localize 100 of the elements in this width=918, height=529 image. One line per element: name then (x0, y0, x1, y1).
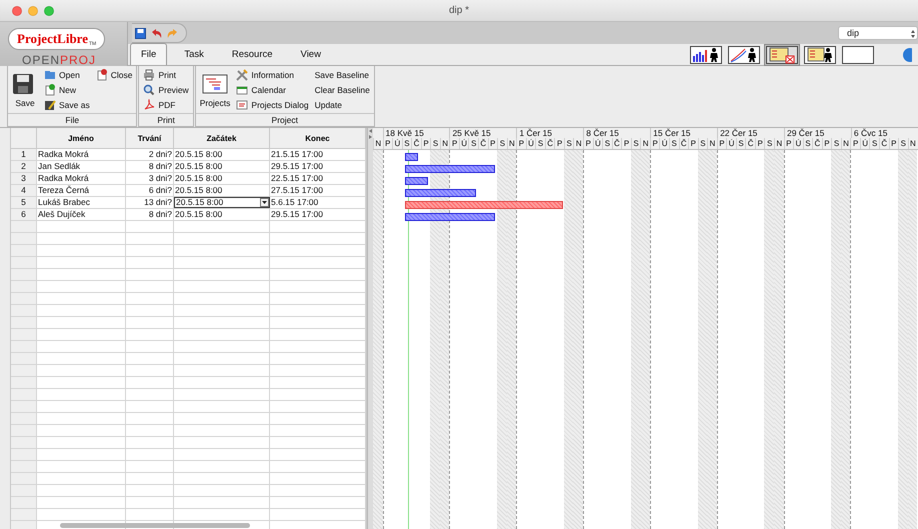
day-label: P (516, 138, 526, 149)
day-label: P (420, 138, 430, 149)
search-icon (143, 84, 156, 96)
calendar-icon (236, 84, 248, 96)
table-cell: 29.5.15 17:00 (270, 209, 366, 220)
day-label: S (736, 138, 746, 149)
ribbon-button[interactable]: New (44, 83, 90, 97)
dropdown-icon[interactable] (260, 198, 269, 207)
table-cell: 3 dni? (126, 173, 174, 184)
table-delete-icon[interactable] (764, 44, 800, 66)
table-cell: 5.6.15 17:00 (270, 197, 366, 208)
group-title: File (65, 115, 80, 125)
table-cell: 20.5.15 8:00 (174, 185, 270, 196)
table-cell: 2 dni? (126, 149, 174, 160)
table-cell: 29.5.15 17:00 (270, 161, 366, 172)
day-label: S (497, 138, 507, 149)
day-label: Ú (392, 138, 402, 149)
histogram-person-icon[interactable] (688, 44, 724, 66)
critical-task-bar[interactable] (404, 201, 563, 209)
printer-icon (143, 69, 156, 81)
ribbon-tab[interactable]: Resource (220, 43, 284, 65)
ribbon-button[interactable]: PDF (143, 98, 189, 112)
help-icon[interactable] (902, 48, 912, 62)
save-button[interactable]: Save (12, 73, 38, 108)
ribbon-button[interactable]: Preview (143, 83, 189, 97)
ribbon-button[interactable]: Projects Dialog (236, 98, 309, 112)
day-label: S (602, 138, 612, 149)
day-label: N (908, 138, 918, 149)
column-header[interactable]: Konec (270, 128, 366, 148)
ribbon-button[interactable]: Clear Baseline (314, 83, 370, 97)
task-bar[interactable] (404, 213, 495, 221)
day-label: S (630, 138, 640, 149)
table-cell: 20.5.15 8:00 (174, 209, 270, 220)
tools-icon (236, 69, 248, 81)
ribbon-button[interactable]: Close (96, 68, 132, 82)
table-row[interactable]: 2 Jan Sedlák 8 dni? 20.5.15 8:00 29.5.15 17:00 (11, 161, 366, 173)
day-label: P (650, 138, 660, 149)
column-header[interactable]: Jméno (37, 128, 126, 148)
day-label: Č (544, 138, 554, 149)
minimize-button[interactable] (28, 6, 38, 16)
table-cell: Jan Sedlák (37, 161, 126, 172)
table-person-icon[interactable] (802, 44, 838, 66)
project-selector[interactable]: dip (838, 26, 918, 40)
day-label: N (707, 138, 717, 149)
ribbon-tab[interactable]: File (130, 43, 168, 65)
ribbon-tab[interactable]: View (290, 43, 332, 65)
week-label: 15 Čer 15 (653, 128, 691, 138)
day-label: Ú (592, 138, 602, 149)
undo-icon[interactable] (151, 28, 162, 38)
ribbon-tab[interactable]: Task (173, 43, 215, 65)
open-icon (44, 69, 56, 81)
day-label: N (573, 138, 584, 149)
ribbon-button[interactable]: Open (44, 68, 90, 82)
row-number: 1 (11, 149, 37, 160)
date-field[interactable]: 20.5.15 8:00 (174, 197, 270, 208)
day-label: P (716, 138, 726, 149)
table-row[interactable]: 1 Radka Mokrá 2 dni? 20.5.15 8:00 21.5.15 17:00 (11, 149, 366, 161)
day-label: P (888, 138, 898, 149)
table-row[interactable]: 3 Radka Mokrá 3 dni? 20.5.15 8:00 22.5.15 17:00 (11, 173, 366, 185)
day-label: S (802, 138, 812, 149)
collapse-arrows-icon[interactable] (368, 128, 373, 140)
task-bar[interactable] (404, 165, 495, 173)
row-number: 4 (11, 185, 37, 196)
day-label: P (784, 138, 794, 149)
save-icon[interactable] (135, 28, 146, 38)
blank-view-button[interactable] (840, 44, 876, 66)
week-label: 1 Čer 15 (519, 128, 552, 138)
day-label: S (898, 138, 908, 149)
ribbon-button[interactable]: Calendar (236, 83, 309, 97)
table-cell: Aleš Dujíček (37, 209, 126, 220)
day-label: N (640, 138, 650, 149)
scrollbar[interactable] (60, 523, 250, 528)
table-row[interactable]: 6 Aleš Dujíček 8 dni? 20.5.15 8:00 29.5.15 17:00 (11, 209, 366, 221)
task-bar[interactable] (404, 189, 476, 197)
column-header[interactable]: Trvání (126, 128, 174, 148)
day-label: N (506, 138, 516, 149)
projects-button[interactable]: Projects (200, 73, 230, 108)
day-label: Ú (659, 138, 669, 149)
ribbon-button[interactable]: Print (143, 68, 189, 82)
updown-arrows-icon[interactable] (910, 29, 916, 39)
day-label: P (583, 138, 593, 149)
day-label: P (382, 138, 392, 149)
ribbon-button[interactable]: Save Baseline (314, 68, 370, 82)
table-cell: 8 dni? (126, 209, 174, 220)
close-button[interactable] (12, 6, 22, 16)
week-label: 6 Čvc 15 (854, 128, 888, 138)
day-label: N (440, 138, 450, 149)
table-row[interactable]: 4 Tereza Černá 6 dni? 20.5.15 8:00 27.5.15 17:00 (11, 185, 366, 197)
chart-person-icon[interactable] (726, 44, 762, 66)
table-row[interactable]: 5 Lukáš Brabec 13 dni? 20.5.15 8:00 5.6.15 17:00 (11, 197, 366, 209)
ribbon-button[interactable]: Information (236, 68, 309, 82)
column-header[interactable]: Začátek (174, 128, 270, 148)
ribbon-button[interactable]: Update (314, 98, 370, 112)
ribbon-button[interactable]: Save as (44, 98, 90, 112)
task-bar[interactable] (404, 153, 418, 161)
zoom-button[interactable] (44, 6, 54, 16)
task-bar[interactable] (404, 177, 428, 185)
row-number: 3 (11, 173, 37, 184)
day-label: N (840, 138, 850, 149)
day-label: Č (812, 138, 822, 149)
